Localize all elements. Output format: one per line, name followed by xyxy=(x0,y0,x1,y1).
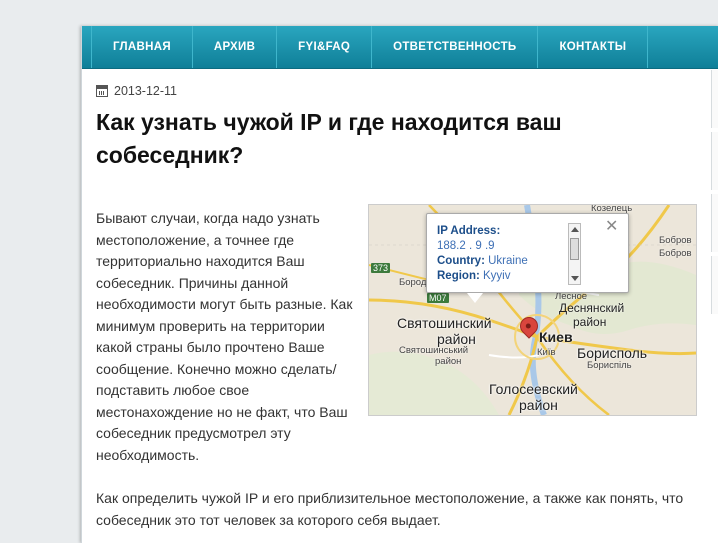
map-label: район xyxy=(519,397,558,413)
post-paragraph-1: Бывают случаи, когда надо узнать местопо… xyxy=(96,210,353,463)
post-paragraph-2: Как определить чужой IP и его приблизите… xyxy=(96,490,684,528)
country-label: Country: xyxy=(437,255,485,267)
main-nav: ГЛАВНАЯ АРХИВ FYI&FAQ ОТВЕТСТВЕННОСТЬ КО… xyxy=(82,26,718,69)
map-label: Київ xyxy=(537,347,556,358)
map-label: район xyxy=(435,356,462,367)
nav-item-fyi-faq[interactable]: FYI&FAQ xyxy=(277,26,373,68)
map-label: район xyxy=(573,315,607,329)
ip-info-popup: IP Address: 188.2 . 9 .9 Country: Ukrain… xyxy=(426,213,629,293)
scroll-thumb[interactable] xyxy=(570,238,579,260)
ip-address-label: IP Address: xyxy=(437,225,501,237)
nav-item-contacts[interactable]: КОНТАКТЫ xyxy=(538,26,649,68)
sidebar-edge xyxy=(711,70,718,540)
map-label: Киев xyxy=(539,329,573,345)
scroll-down-icon[interactable] xyxy=(571,276,579,281)
ip-address-value: 188.2 . 9 .9 xyxy=(437,240,495,252)
popup-pointer xyxy=(467,293,483,303)
sidebar-widget xyxy=(711,256,718,314)
close-icon[interactable]: ✕ xyxy=(605,219,618,235)
map-label: Бобров xyxy=(659,235,692,246)
post-date: 2013-12-11 xyxy=(96,84,696,98)
country-value: Ukraine xyxy=(488,255,528,267)
scroll-up-icon[interactable] xyxy=(571,227,579,232)
nav-item-responsibility[interactable]: ОТВЕТСТВЕННОСТЬ xyxy=(372,26,539,68)
region-value: Kyyiv xyxy=(483,270,511,282)
post-date-text: 2013-12-11 xyxy=(114,84,178,98)
popup-scrollbar[interactable] xyxy=(568,223,581,285)
map-label: Голосеевский xyxy=(489,381,578,397)
map-label: Деснянский xyxy=(559,301,625,315)
region-label: Region: xyxy=(437,270,480,282)
calendar-icon xyxy=(96,85,108,97)
map-label: Бобров xyxy=(659,248,692,259)
sidebar-widget xyxy=(711,132,718,190)
nav-item-archive[interactable]: АРХИВ xyxy=(193,26,278,68)
map-image: Козелець Бобров Бобров Бородянка Лесное … xyxy=(368,204,697,416)
map-label: Борисполь xyxy=(577,345,648,361)
sidebar-widget xyxy=(711,70,718,128)
post-title[interactable]: Как узнать чужой IP и где находится ваш … xyxy=(96,106,616,172)
map-label: Бориспіль xyxy=(587,360,632,371)
map-label: Святошинський xyxy=(399,345,469,356)
post-content: 2013-12-11 Как узнать чужой IP и где нах… xyxy=(96,70,697,528)
road-shield: M07 xyxy=(427,293,449,303)
sidebar-widget xyxy=(711,194,718,252)
road-shield: 373 xyxy=(371,263,391,273)
map-label: Святошинский xyxy=(397,315,492,331)
page-container: ГЛАВНАЯ АРХИВ FYI&FAQ ОТВЕТСТВЕННОСТЬ КО… xyxy=(81,26,718,543)
nav-item-home[interactable]: ГЛАВНАЯ xyxy=(91,26,193,68)
